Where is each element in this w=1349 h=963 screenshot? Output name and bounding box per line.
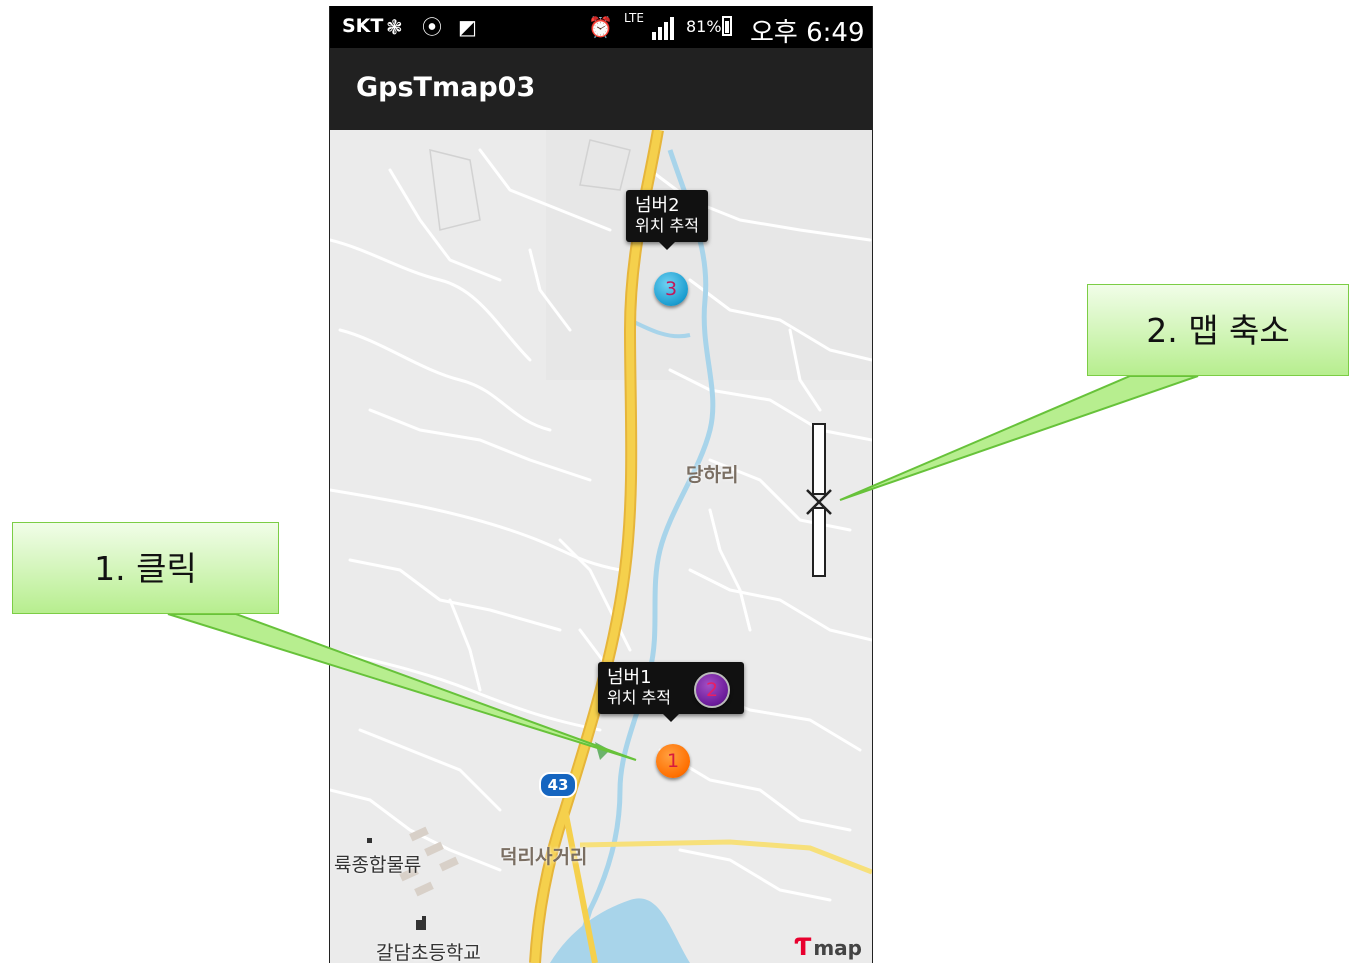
map-marker-1[interactable]: 1	[656, 744, 690, 778]
route-43-badge: 43	[539, 772, 577, 798]
app-title: GpsTmap03	[356, 72, 536, 103]
phone-screen: SKT ❃ ⦿ ◩ ⏰ LTE 81% 오후 6:49 GpsTmap03 당하…	[329, 6, 873, 963]
chat-icon: ⦿	[422, 15, 442, 39]
tmap-logo: Ƭmap	[794, 933, 862, 961]
callout-title: 넘버2	[635, 195, 680, 216]
battery-icon	[722, 16, 732, 36]
place-label-school: 갈담초등학교	[376, 942, 481, 963]
annotation-zoom-out-label: 2. 맵 축소	[1087, 284, 1349, 376]
battery-percent: 81%	[686, 17, 722, 36]
lte-label: LTE	[624, 11, 644, 25]
place-label-logistics: 륙종합물류	[334, 854, 422, 876]
map-marker-3[interactable]: 3	[654, 272, 688, 306]
place-label-deokrisa: 덕리사거리	[500, 846, 588, 868]
gallery-icon: ◩	[458, 15, 477, 39]
marker-callout-number2[interactable]: 넘버2 위치 추적	[626, 190, 708, 250]
app-bar: GpsTmap03	[330, 48, 872, 130]
map-view[interactable]: 당하리 덕리사거리 륙종합물류 갈담초등학교 43 넘버2 위치 추적 넘버1 …	[330, 130, 872, 963]
tmap-t-icon: Ƭ	[794, 933, 812, 961]
map-marker-2[interactable]: 2	[694, 672, 730, 708]
clock: 오후 6:49	[750, 18, 865, 48]
network-hub-icon: ❃	[386, 15, 403, 39]
carrier-label: SKT	[342, 15, 384, 37]
map-canvas	[330, 130, 872, 963]
annotation-click-label: 1. 클릭	[12, 522, 279, 614]
signal-icon	[652, 16, 678, 40]
tmap-logo-text: map	[813, 936, 862, 960]
place-label-danghari: 당하리	[686, 464, 739, 486]
callout-subtitle: 위치 추적	[635, 216, 699, 235]
alarm-icon: ⏰	[588, 15, 613, 39]
status-bar: SKT ❃ ⦿ ◩ ⏰ LTE 81% 오후 6:49	[330, 6, 872, 48]
